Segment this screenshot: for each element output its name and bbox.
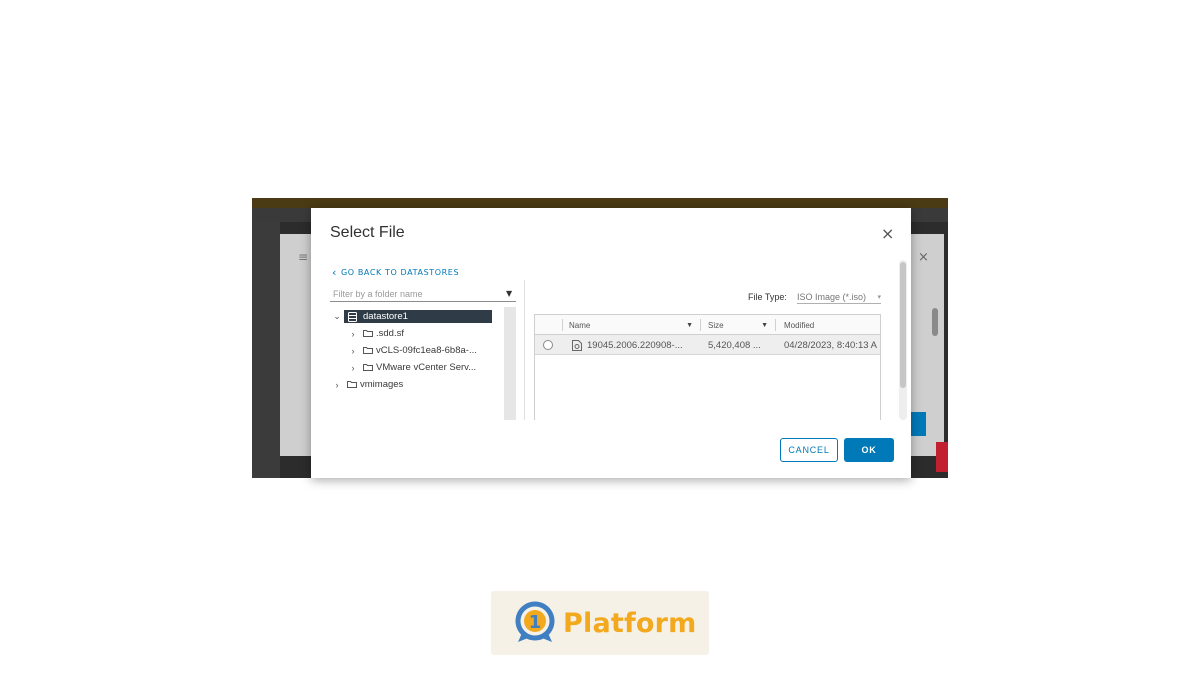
file-grid: Name ▼ Size ▼ Modified 19045.2006.220908… [534, 314, 881, 420]
file-size: 5,420,408 ... [708, 339, 761, 351]
column-separator [562, 319, 563, 331]
column-separator [775, 319, 776, 331]
column-name-header[interactable]: Name ▼ [569, 315, 699, 335]
background-badge [936, 442, 948, 472]
tree-item-label: .sdd.sf [376, 328, 404, 339]
platform-logo: 1 Platform [491, 591, 709, 655]
chevron-down-icon[interactable]: ⌄ [330, 311, 344, 322]
file-type-label: File Type: [748, 292, 787, 302]
file-name: 19045.2006.220908-... [587, 339, 683, 351]
chevron-right-icon[interactable]: › [330, 380, 344, 390]
close-icon[interactable]: × [881, 224, 894, 243]
logo-mark-icon: 1 [515, 601, 555, 642]
logo-text: Platform [563, 607, 697, 639]
folder-icon [360, 363, 376, 373]
folder-tree: ⌄ datastore1 › .sdd.sf › vCLS-09fc1ea8-6… [330, 306, 516, 420]
tree-item-label: vCLS-09fc1ea8-6b8a-... [376, 345, 477, 356]
tree-item-sdd-sf[interactable]: › .sdd.sf [330, 325, 516, 342]
go-back-to-datastores-link[interactable]: ‹ GO BACK TO DATASTORES [332, 266, 459, 279]
filter-icon[interactable]: ▼ [506, 289, 512, 298]
disc-image-icon [572, 339, 582, 351]
chevron-right-icon[interactable]: › [346, 329, 360, 339]
folder-icon [360, 329, 376, 339]
table-row[interactable]: 19045.2006.220908-... 5,420,408 ... 04/2… [535, 335, 880, 355]
file-modified: 04/28/2023, 8:40:13 A [784, 339, 877, 351]
dialog-scrollbar[interactable] [899, 260, 907, 420]
background-close-icon: × [918, 250, 929, 265]
column-modified-label: Modified [784, 320, 815, 330]
chevron-right-icon[interactable]: › [346, 346, 360, 356]
logo-digit: 1 [529, 612, 542, 633]
tree-item-vmware-vcenter[interactable]: › VMware vCenter Serv... [330, 359, 516, 376]
column-size-label: Size [708, 320, 724, 330]
select-file-dialog: Select File × ‹ GO BACK TO DATASTORES ▼ … [311, 208, 911, 478]
tree-item-datastore1[interactable]: ⌄ datastore1 [330, 308, 516, 325]
ok-button[interactable]: OK [844, 438, 894, 462]
filter-icon[interactable]: ▼ [686, 322, 693, 329]
chevron-left-icon: ‹ [332, 266, 337, 279]
background-sidebar [252, 222, 280, 478]
filter-icon[interactable]: ▼ [761, 322, 768, 329]
chevron-right-icon[interactable]: › [346, 363, 360, 373]
tree-item-label: datastore1 [363, 311, 408, 322]
row-radio[interactable] [543, 335, 553, 355]
menu-icon: ≡ [298, 250, 309, 264]
tree-item-label: vmimages [360, 379, 404, 390]
column-modified-header[interactable]: Modified [784, 315, 880, 335]
chevron-down-icon: ▾ [877, 293, 881, 301]
datastore-icon [348, 311, 357, 322]
grid-header: Name ▼ Size ▼ Modified [535, 315, 880, 335]
back-link-label: GO BACK TO DATASTORES [341, 268, 460, 277]
column-name-label: Name [569, 320, 591, 330]
folder-filter-input[interactable] [330, 286, 516, 302]
cancel-button[interactable]: CANCEL [780, 438, 838, 462]
background-scrollbar [932, 308, 938, 336]
column-size-header[interactable]: Size ▼ [708, 315, 774, 335]
scrollbar-thumb[interactable] [900, 262, 906, 388]
file-type-value: ISO Image (*.iso) [797, 291, 867, 302]
tree-item-vcls[interactable]: › vCLS-09fc1ea8-6b8a-... [330, 342, 516, 359]
folder-icon [344, 380, 360, 390]
tree-item-label: VMware vCenter Serv... [376, 362, 477, 373]
file-type-select[interactable]: ISO Image (*.iso) ▾ [797, 290, 881, 304]
tree-item-vmimages[interactable]: › vmimages [330, 376, 516, 393]
tree-scrollbar[interactable] [504, 307, 516, 420]
pane-divider[interactable] [524, 280, 525, 420]
column-separator [700, 319, 701, 331]
dialog-title: Select File [330, 224, 405, 241]
folder-icon [360, 346, 376, 356]
